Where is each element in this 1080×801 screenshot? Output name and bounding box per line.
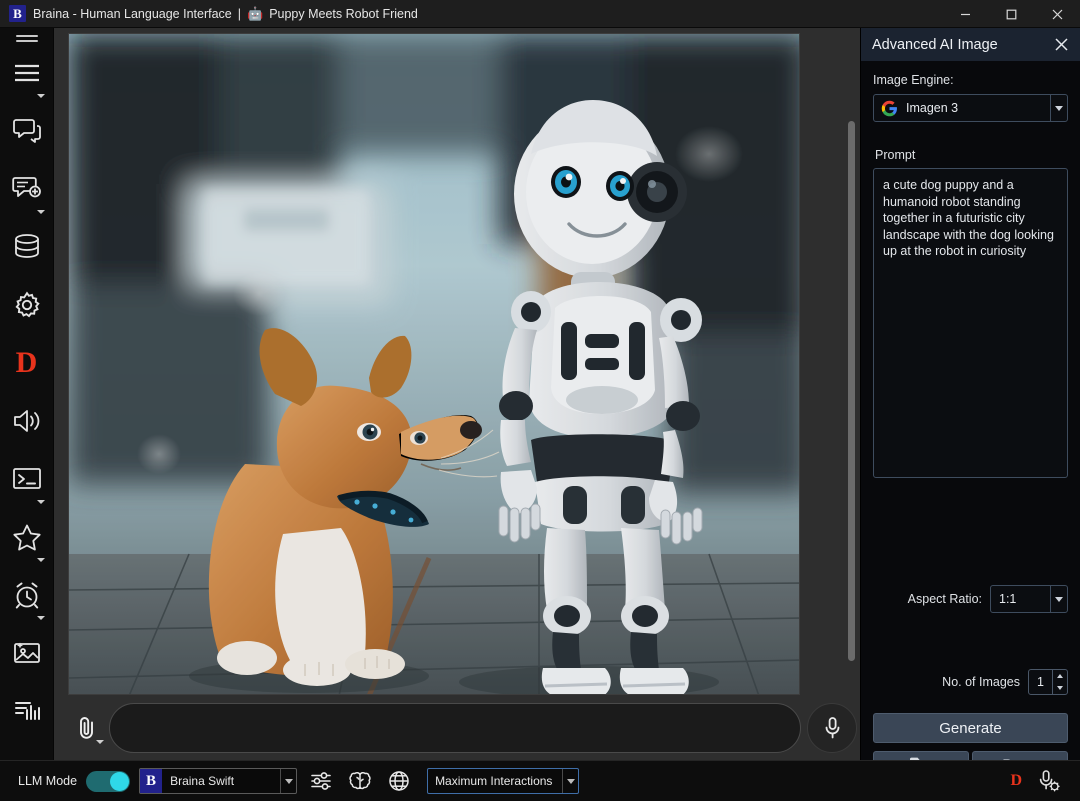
aspect-ratio-value: 1:1 — [999, 592, 1017, 606]
advanced-ai-image-panel: Advanced AI Image Image Engine: Imagen 3 — [860, 28, 1080, 777]
google-g-icon — [881, 100, 898, 117]
model-value: Braina Swift — [170, 774, 235, 788]
interactions-select[interactable]: Maximum Interactions — [427, 768, 580, 794]
title-separator: | — [237, 6, 241, 21]
sidebar-item-text-to-speech[interactable] — [0, 392, 54, 450]
app-window: B Braina - Human Language Interface | 🤖 … — [0, 0, 1080, 801]
chevron-down-icon[interactable] — [280, 769, 296, 793]
image-count-row: No. of Images 1 — [873, 669, 1068, 695]
stepper-buttons — [1052, 670, 1067, 694]
statusbar-left: LLM Mode B Braina Swift Maximum Interact… — [10, 766, 580, 796]
aspect-ratio-select[interactable]: 1:1 — [990, 585, 1068, 613]
sidebar-item-commands[interactable] — [0, 450, 54, 508]
panel-body: Image Engine: Imagen 3 Prompt a cute dog… — [861, 61, 1080, 777]
aspect-ratio-label: Aspect Ratio: — [907, 592, 982, 606]
stepper-up-icon[interactable] — [1053, 670, 1067, 682]
image-canvas — [54, 28, 860, 695]
image-engine-value: Imagen 3 — [906, 101, 959, 115]
statusbar: LLM Mode B Braina Swift Maximum Interact… — [0, 760, 1080, 801]
chevron-down-icon[interactable] — [36, 558, 45, 562]
robot-icon: 🤖 — [247, 5, 264, 21]
sidebar-item-settings[interactable] — [0, 276, 54, 334]
dictation-status-icon[interactable]: D — [1010, 772, 1022, 790]
panel-header: Advanced AI Image — [861, 28, 1080, 61]
chat-input[interactable] — [109, 702, 801, 753]
sidebar-item-audio[interactable] — [0, 682, 54, 740]
chevron-down-icon[interactable] — [36, 616, 45, 620]
sliders-icon[interactable] — [306, 766, 336, 796]
toggle-knob — [110, 771, 130, 791]
image-count-value: 1 — [1037, 675, 1044, 689]
generate-button[interactable]: Generate — [873, 713, 1068, 743]
aspect-ratio-row: Aspect Ratio: 1:1 — [873, 585, 1068, 613]
image-count-stepper[interactable]: 1 — [1028, 669, 1068, 695]
generated-image[interactable] — [68, 33, 800, 695]
sidebar-item-dictation[interactable]: D — [0, 334, 54, 392]
sidebar-item-favorites[interactable] — [0, 508, 54, 566]
image-engine-label: Image Engine: — [873, 73, 954, 87]
chevron-down-icon[interactable] — [1050, 95, 1067, 121]
sidebar-collapse-handle[interactable] — [14, 32, 40, 44]
maximize-button[interactable] — [988, 0, 1034, 28]
image-engine-select[interactable]: Imagen 3 — [873, 94, 1068, 122]
app-title: Braina - Human Language Interface — [33, 6, 232, 21]
chevron-down-icon[interactable] — [36, 210, 45, 214]
message-input-row — [54, 695, 860, 760]
braina-logo-icon: B — [140, 769, 163, 793]
dictation-d-icon: D — [15, 346, 38, 379]
sidebar-item-menu[interactable] — [0, 44, 54, 102]
sidebar-item-reminders[interactable] — [0, 566, 54, 624]
llm-mode-label: LLM Mode — [18, 774, 78, 788]
chevron-down-icon[interactable] — [562, 769, 578, 793]
image-count-label: No. of Images — [942, 675, 1020, 689]
globe-icon[interactable] — [384, 766, 414, 796]
sidebar-item-knowledge-base[interactable] — [0, 218, 54, 276]
sidebar-item-chats[interactable] — [0, 102, 54, 160]
microphone-settings-icon[interactable] — [1034, 766, 1064, 796]
llm-mode-toggle[interactable] — [86, 770, 131, 792]
document-title: Puppy Meets Robot Friend — [269, 6, 418, 21]
prompt-label: Prompt — [875, 148, 916, 162]
chevron-down-icon[interactable] — [36, 94, 45, 98]
window-controls — [942, 0, 1080, 28]
interactions-value: Maximum Interactions — [435, 774, 553, 788]
stepper-down-icon[interactable] — [1053, 682, 1067, 694]
statusbar-right: D — [1010, 766, 1070, 796]
panel-close-icon[interactable] — [1050, 34, 1072, 56]
model-select[interactable]: B Braina Swift — [139, 768, 298, 794]
close-button[interactable] — [1034, 0, 1080, 28]
voice-input-button[interactable] — [807, 702, 857, 753]
prompt-textarea[interactable]: a cute dog puppy and a humanoid robot st… — [873, 168, 1068, 478]
attach-file-button[interactable] — [65, 706, 109, 750]
sidebar-item-new-chat[interactable] — [0, 160, 54, 218]
minimize-button[interactable] — [942, 0, 988, 28]
chevron-down-icon[interactable] — [1050, 586, 1067, 612]
brain-icon[interactable] — [345, 766, 375, 796]
chevron-down-icon[interactable] — [96, 739, 104, 744]
canvas-scrollbar[interactable] — [848, 28, 858, 695]
chevron-down-icon[interactable] — [36, 500, 45, 504]
chat-content-area — [54, 28, 860, 760]
sidebar-item-ai-image[interactable] — [0, 624, 54, 682]
canvas-scrollbar-thumb[interactable] — [848, 121, 855, 661]
titlebar: B Braina - Human Language Interface | 🤖 … — [0, 0, 1080, 28]
panel-title: Advanced AI Image — [872, 36, 998, 53]
app-logo: B — [9, 5, 26, 22]
sidebar: D — [0, 28, 54, 760]
